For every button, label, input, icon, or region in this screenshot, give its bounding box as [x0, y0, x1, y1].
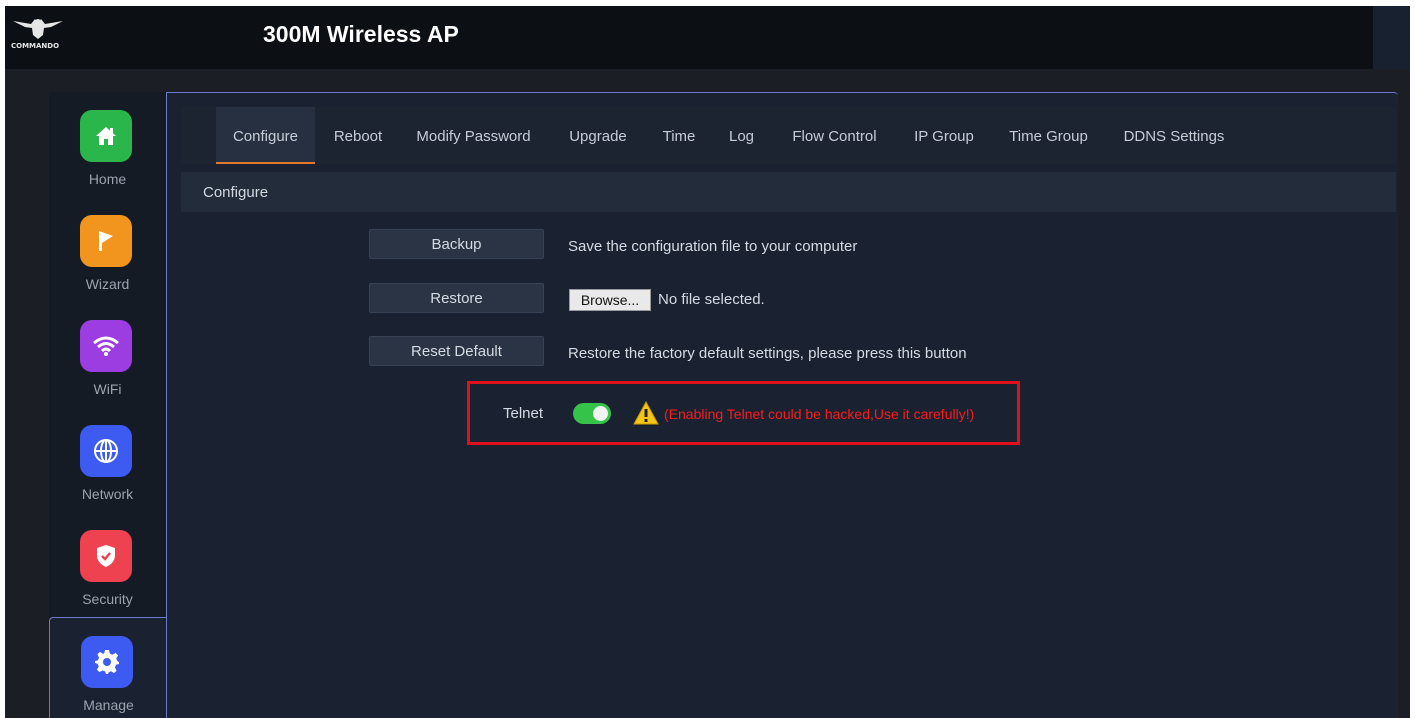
logo-text: COMMANDO — [11, 42, 60, 50]
tab-ddns-settings[interactable]: DDNS Settings — [1113, 107, 1235, 164]
sidebar-item-security[interactable]: Security — [49, 512, 166, 617]
router-admin-window: COMMANDO 300M Wireless AP Home Wizard Wi… — [5, 6, 1410, 718]
header-corner-block — [1373, 6, 1410, 69]
gear-icon — [81, 636, 133, 688]
main-panel: Configure Reboot Modify Password Upgrade… — [166, 92, 1398, 718]
tab-modify-password[interactable]: Modify Password — [407, 107, 540, 164]
section-title: Configure — [203, 184, 269, 201]
brand-logo: COMMANDO — [11, 15, 66, 55]
sidebar: Home Wizard WiFi Network Security Manage — [49, 92, 167, 718]
toggle-knob — [593, 406, 608, 421]
tab-ip-group[interactable]: IP Group — [905, 107, 983, 164]
section-header: Configure — [181, 172, 1396, 212]
sidebar-item-label: Network — [81, 486, 134, 502]
wifi-icon — [80, 320, 132, 372]
sidebar-item-wizard[interactable]: Wizard — [49, 197, 166, 302]
globe-icon — [80, 425, 132, 477]
tab-configure[interactable]: Configure — [216, 107, 315, 164]
restore-button[interactable]: Restore — [369, 283, 544, 313]
sidebar-item-manage[interactable]: Manage — [49, 617, 167, 718]
sidebar-item-label: Manage — [83, 697, 134, 713]
sidebar-item-label: WiFi — [93, 381, 122, 397]
tab-log[interactable]: Log — [721, 107, 762, 164]
tab-flow-control[interactable]: Flow Control — [779, 107, 890, 164]
sidebar-item-label: Home — [88, 171, 127, 187]
home-icon — [80, 110, 132, 162]
tab-upgrade[interactable]: Upgrade — [559, 107, 637, 164]
top-header: COMMANDO 300M Wireless AP — [5, 6, 1410, 69]
sidebar-item-network[interactable]: Network — [49, 407, 166, 512]
sidebar-item-home[interactable]: Home — [49, 92, 166, 197]
file-status-text: No file selected. — [658, 291, 765, 308]
tab-time[interactable]: Time — [655, 107, 703, 164]
tab-time-group[interactable]: Time Group — [999, 107, 1098, 164]
app-title: 300M Wireless AP — [263, 21, 459, 47]
tabs-bar: Configure Reboot Modify Password Upgrade… — [181, 107, 1396, 164]
shield-icon — [80, 530, 132, 582]
telnet-toggle[interactable] — [573, 403, 611, 424]
telnet-warning-text: (Enabling Telnet could be hacked,Use it … — [664, 406, 975, 422]
tab-reboot[interactable]: Reboot — [325, 107, 391, 164]
sidebar-item-label: Security — [82, 591, 133, 607]
backup-description: Save the configuration file to your comp… — [568, 238, 858, 255]
eagle-logo-icon — [13, 19, 63, 39]
backup-button[interactable]: Backup — [369, 229, 544, 259]
reset-description: Restore the factory default settings, pl… — [568, 345, 967, 362]
warning-icon — [633, 400, 659, 425]
reset-default-button[interactable]: Reset Default — [369, 336, 544, 366]
telnet-label: Telnet — [503, 405, 544, 422]
browse-file-button[interactable]: Browse... — [569, 289, 651, 311]
sidebar-item-label: Wizard — [85, 276, 130, 292]
sidebar-item-wifi[interactable]: WiFi — [49, 302, 166, 407]
flag-icon — [80, 215, 132, 267]
